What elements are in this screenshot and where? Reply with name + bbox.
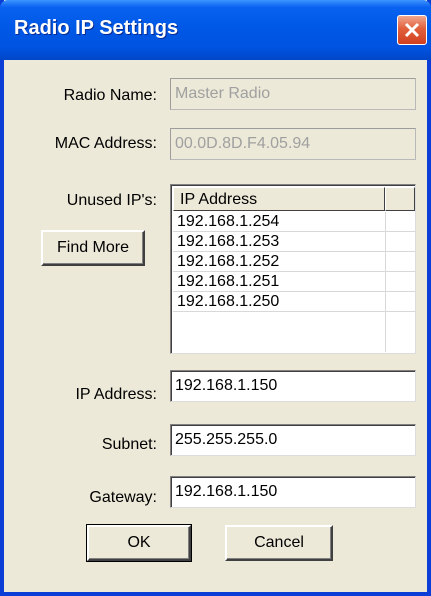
radio-name-field: Master Radio bbox=[170, 78, 416, 110]
title-bar[interactable]: Radio IP Settings bbox=[0, 0, 431, 60]
subnet-label: Subnet: bbox=[101, 436, 157, 453]
window-title: Radio IP Settings bbox=[14, 17, 179, 39]
ip-list-header: IP Address bbox=[173, 187, 415, 211]
radio-ip-settings-dialog: Radio IP Settings Radio Name: Master Rad… bbox=[0, 0, 431, 596]
list-item[interactable]: 192.168.1.252 bbox=[173, 252, 415, 272]
dialog-body: Radio Name: Master Radio MAC Address: 00… bbox=[4, 60, 427, 592]
ok-button[interactable]: OK bbox=[86, 524, 192, 562]
subnet-input[interactable]: 255.255.255.0 bbox=[170, 424, 416, 456]
ip-address-label: IP Address: bbox=[75, 386, 157, 403]
find-more-button[interactable]: Find More bbox=[41, 230, 145, 266]
gateway-label: Gateway: bbox=[89, 489, 157, 506]
close-icon bbox=[404, 22, 420, 38]
mac-address-label: MAC Address: bbox=[54, 135, 157, 152]
radio-name-label: Radio Name: bbox=[63, 87, 157, 104]
list-item-ip: 192.168.1.252 bbox=[177, 253, 280, 270]
list-item-ip: 192.168.1.254 bbox=[177, 213, 280, 230]
list-item[interactable]: 192.168.1.253 bbox=[173, 232, 415, 252]
list-item-ip: 192.168.1.251 bbox=[177, 273, 280, 290]
list-item[interactable]: 192.168.1.254 bbox=[173, 212, 415, 232]
unused-ip-list[interactable]: IP Address 192.168.1.254 192.168.1.253 1… bbox=[170, 184, 416, 354]
ip-list-rows: 192.168.1.254 192.168.1.253 192.168.1.25… bbox=[173, 212, 415, 312]
list-item-ip: 192.168.1.253 bbox=[177, 233, 280, 250]
list-item-ip: 192.168.1.250 bbox=[177, 293, 280, 310]
unused-ips-label: Unused IP's: bbox=[66, 192, 157, 209]
cancel-button[interactable]: Cancel bbox=[225, 525, 333, 561]
ip-address-column-header[interactable]: IP Address bbox=[173, 187, 385, 211]
gateway-input[interactable]: 192.168.1.150 bbox=[170, 476, 416, 508]
empty-column-header[interactable] bbox=[385, 187, 415, 211]
list-item[interactable]: 192.168.1.250 bbox=[173, 292, 415, 312]
mac-address-field: 00.0D.8D.F4.05.94 bbox=[170, 128, 416, 160]
close-button[interactable] bbox=[397, 15, 427, 45]
ip-address-input[interactable]: 192.168.1.150 bbox=[170, 370, 416, 402]
list-item[interactable]: 192.168.1.251 bbox=[173, 272, 415, 292]
